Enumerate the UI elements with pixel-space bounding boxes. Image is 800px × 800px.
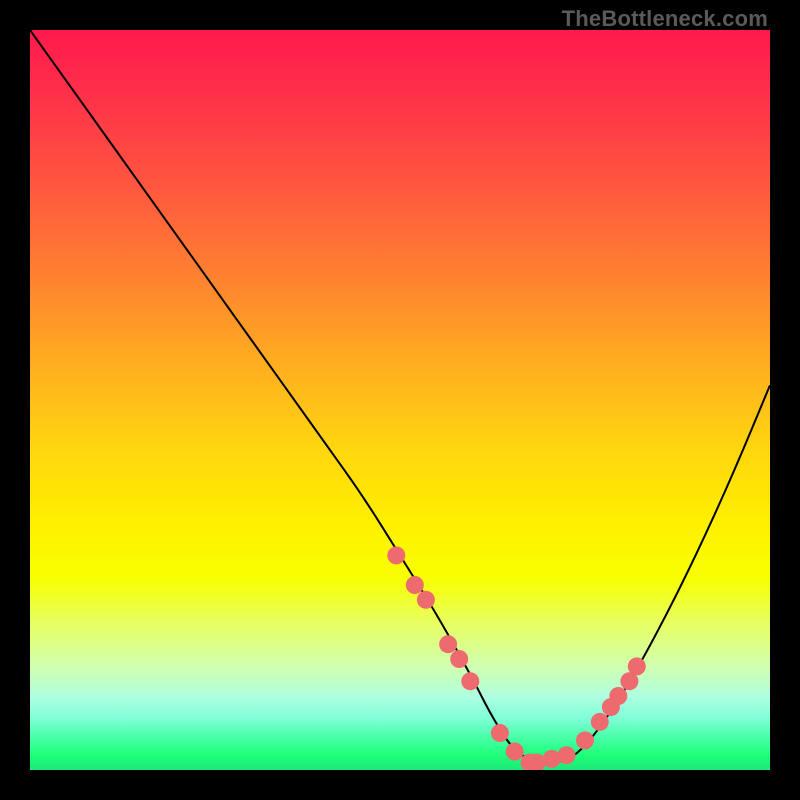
highlight-dot — [387, 546, 405, 564]
highlight-dot — [491, 724, 509, 742]
highlight-dots — [387, 546, 646, 770]
curve-path — [30, 30, 770, 763]
highlight-dot — [406, 576, 424, 594]
highlight-dot — [506, 743, 524, 761]
highlight-dot — [417, 591, 435, 609]
highlight-dot — [461, 672, 479, 690]
highlight-dot — [450, 650, 468, 668]
highlight-dot — [576, 731, 594, 749]
bottleneck-curve — [30, 30, 770, 763]
curve-layer — [30, 30, 770, 770]
chart-container: TheBottleneck.com — [0, 0, 800, 800]
highlight-dot — [628, 657, 646, 675]
watermark-text: TheBottleneck.com — [562, 6, 768, 32]
highlight-dot — [609, 687, 627, 705]
highlight-dot — [439, 635, 457, 653]
highlight-dot — [591, 713, 609, 731]
highlight-dot — [558, 746, 576, 764]
plot-area — [30, 30, 770, 770]
